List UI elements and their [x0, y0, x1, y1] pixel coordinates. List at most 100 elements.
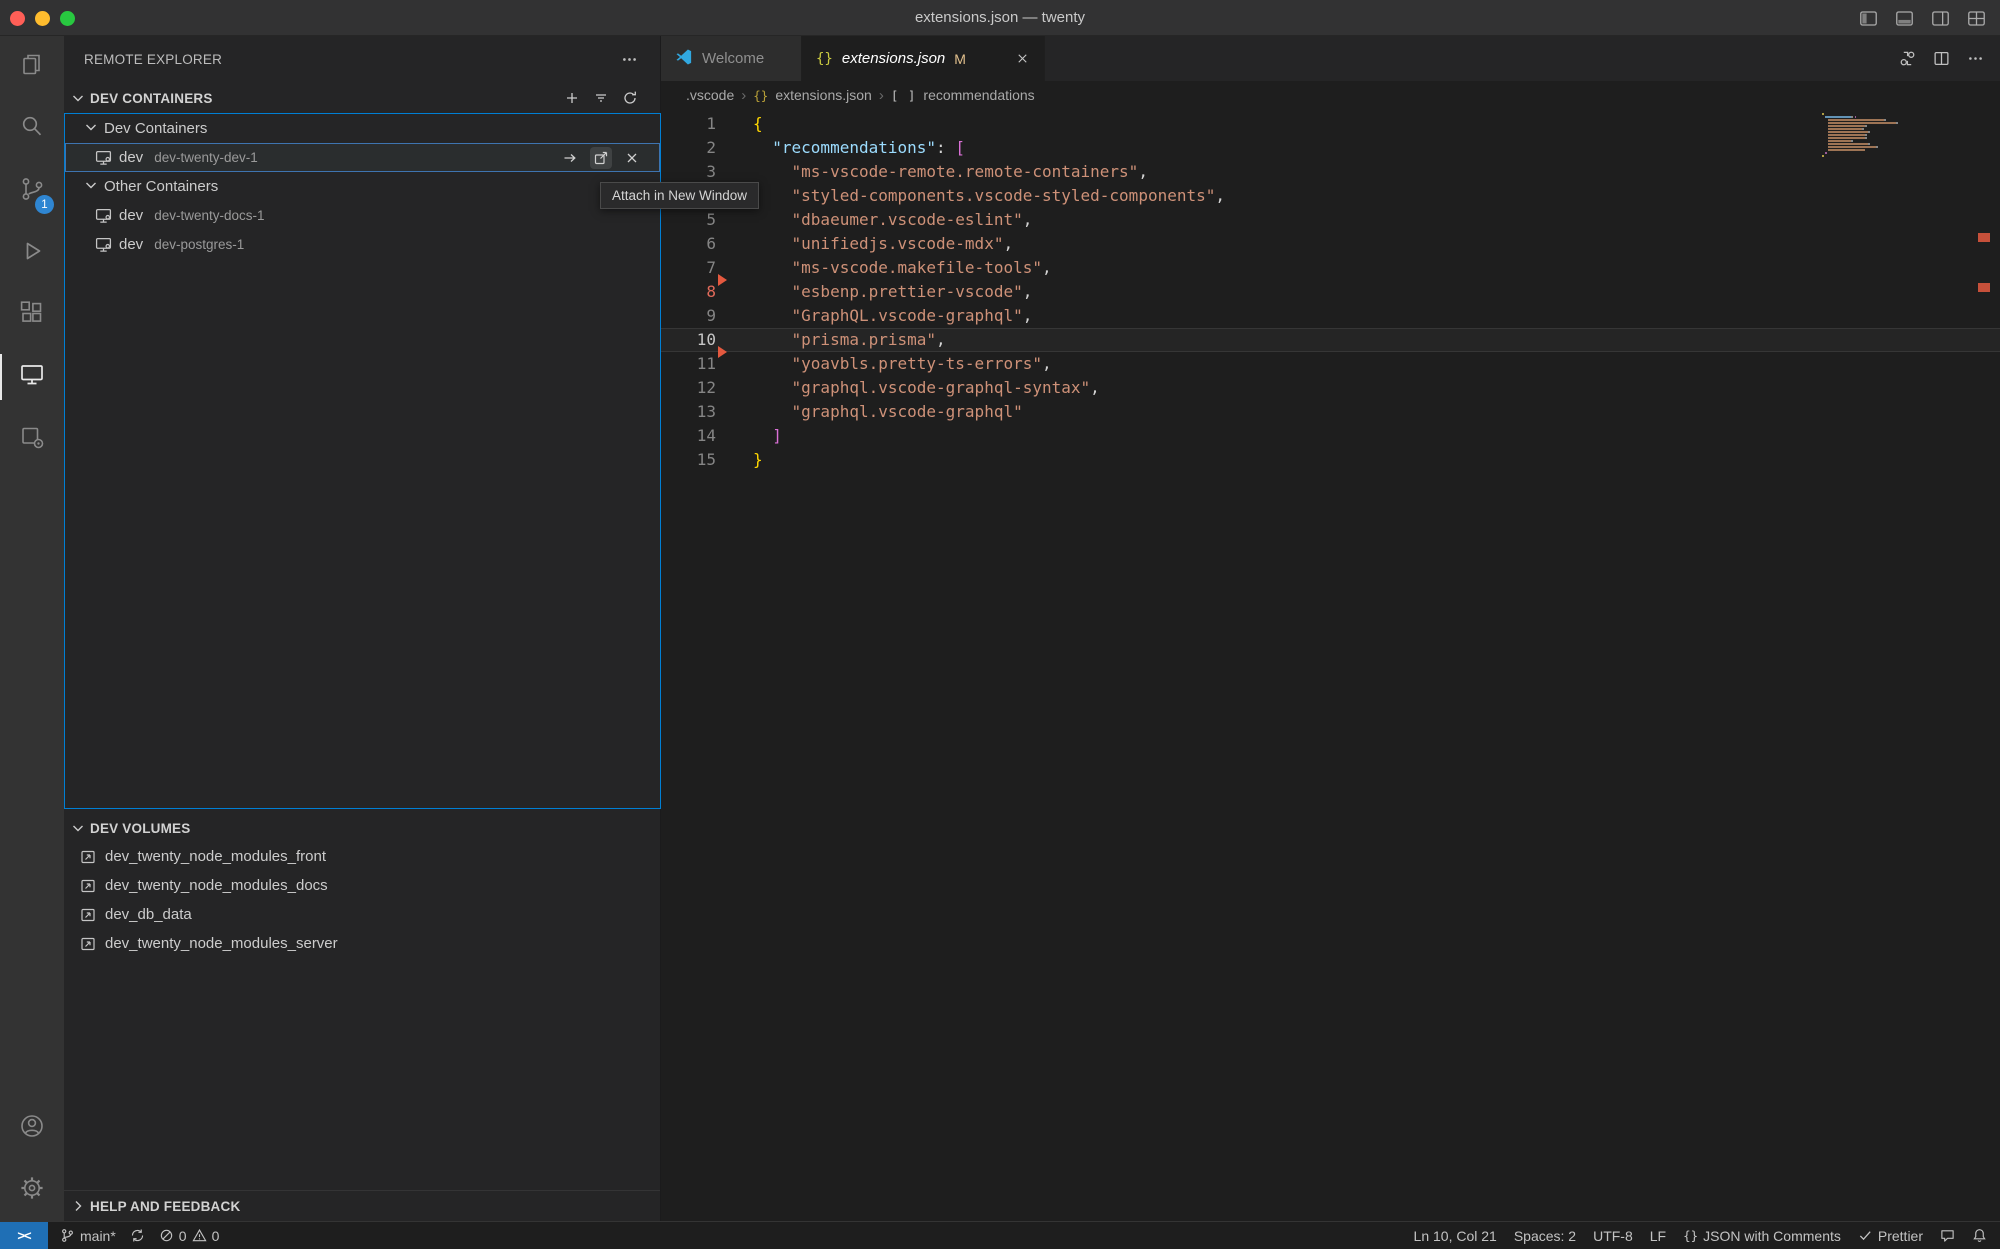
line-number[interactable]: 10: [661, 328, 716, 352]
status-formatter[interactable]: Prettier: [1858, 1228, 1923, 1244]
line-number[interactable]: 7: [661, 256, 716, 280]
container-description: dev-twenty-docs-1: [154, 208, 264, 223]
section-help-feedback[interactable]: HELP AND FEEDBACK: [64, 1190, 660, 1221]
line-number[interactable]: 15: [661, 448, 716, 472]
split-editor-icon[interactable]: [1933, 50, 1950, 67]
line-number[interactable]: 14: [661, 424, 716, 448]
container-group-row[interactable]: Dev Containers: [65, 114, 660, 143]
remote-indicator[interactable]: ><: [0, 1222, 48, 1249]
stop-container-icon[interactable]: [621, 147, 643, 169]
volume-item-row[interactable]: dev_twenty_node_modules_docs: [64, 871, 660, 900]
code-line[interactable]: 15}: [661, 448, 2000, 472]
activity-accounts[interactable]: [0, 1097, 64, 1159]
zoom-window-button[interactable]: [60, 11, 75, 26]
symbol-array-icon: [ ]: [891, 88, 917, 103]
add-icon[interactable]: [564, 90, 580, 106]
status-eol[interactable]: LF: [1650, 1228, 1666, 1244]
line-number[interactable]: 9: [661, 304, 716, 328]
attach-new-window-icon[interactable]: [590, 147, 612, 169]
activity-explorer[interactable]: [0, 36, 64, 98]
code-line[interactable]: 12 "graphql.vscode-graphql-syntax",: [661, 376, 2000, 400]
status-label: Prettier: [1878, 1228, 1923, 1244]
code-line[interactable]: 3 "ms-vscode-remote.remote-containers",: [661, 160, 2000, 184]
filter-icon[interactable]: [593, 90, 609, 106]
dev-container-icon: [95, 236, 112, 253]
section-dev-containers[interactable]: DEV CONTAINERS: [64, 83, 660, 113]
container-item-row[interactable]: devdev-twenty-dev-1: [65, 143, 660, 172]
status-right: Ln 10, Col 21 Spaces: 2 UTF-8 LF {}JSON with…: [1414, 1228, 2000, 1244]
volume-name: dev_twenty_node_modules_front: [105, 848, 326, 865]
code-line[interactable]: 10 "prisma.prisma",: [661, 328, 2000, 352]
tab-extensions-json[interactable]: {} extensions.json M: [802, 36, 1045, 81]
more-actions-icon[interactable]: [621, 51, 638, 68]
tab-label: extensions.json: [842, 50, 945, 67]
breadcrumb-item[interactable]: recommendations: [923, 87, 1034, 103]
toggle-primary-sidebar-icon[interactable]: [1859, 9, 1878, 28]
code-line[interactable]: 7 "ms-vscode.makefile-tools",: [661, 256, 2000, 280]
activity-run-debug[interactable]: [0, 222, 64, 284]
warnings-count: 0: [212, 1228, 220, 1244]
line-number[interactable]: 5: [661, 208, 716, 232]
close-tab-icon[interactable]: [1015, 51, 1030, 66]
problems-status[interactable]: 0 0: [159, 1228, 220, 1244]
status-cursor-position[interactable]: Ln 10, Col 21: [1414, 1228, 1497, 1244]
code-line[interactable]: 13 "graphql.vscode-graphql": [661, 400, 2000, 424]
breadcrumb-separator: ›: [741, 87, 746, 104]
line-number[interactable]: 1: [661, 112, 716, 136]
minimap[interactable]: [1822, 113, 1900, 158]
activity-extensions[interactable]: [0, 284, 64, 346]
files-icon: [18, 51, 46, 84]
code-line[interactable]: 8 "esbenp.prettier-vscode",: [661, 280, 2000, 304]
refresh-icon[interactable]: [622, 90, 638, 106]
code-line[interactable]: 4 "styled-components.vscode-styled-compo…: [661, 184, 2000, 208]
status-indentation[interactable]: Spaces: 2: [1514, 1228, 1576, 1244]
close-window-button[interactable]: [10, 11, 25, 26]
feedback-status[interactable]: [1940, 1228, 1955, 1243]
minimize-window-button[interactable]: [35, 11, 50, 26]
activity-source-control[interactable]: 1: [0, 160, 64, 222]
activity-settings[interactable]: [0, 1159, 64, 1221]
code-line[interactable]: 9 "GraphQL.vscode-graphql",: [661, 304, 2000, 328]
toggle-secondary-sidebar-icon[interactable]: [1931, 9, 1950, 28]
code-area[interactable]: 1{2 "recommendations": [3 "ms-vscode-rem…: [661, 109, 2000, 1221]
status-encoding[interactable]: UTF-8: [1593, 1228, 1633, 1244]
code-line[interactable]: 1{: [661, 112, 2000, 136]
dev-volumes-list: dev_twenty_node_modules_front dev_twenty_…: [64, 842, 660, 958]
volume-item-row[interactable]: dev_twenty_node_modules_server: [64, 929, 660, 958]
open-changes-icon[interactable]: [1899, 50, 1916, 67]
status-language-mode[interactable]: {}JSON with Comments: [1683, 1228, 1841, 1244]
line-number[interactable]: 3: [661, 160, 716, 184]
code-line[interactable]: 5 "dbaeumer.vscode-eslint",: [661, 208, 2000, 232]
code-line[interactable]: 6 "unifiedjs.vscode-mdx",: [661, 232, 2000, 256]
minimap-line: [1822, 146, 1900, 148]
code-line[interactable]: 2 "recommendations": [: [661, 136, 2000, 160]
sync-status[interactable]: [130, 1228, 145, 1243]
line-number[interactable]: 6: [661, 232, 716, 256]
git-branch-status[interactable]: main*: [60, 1228, 116, 1244]
line-number[interactable]: 13: [661, 400, 716, 424]
customize-layout-icon[interactable]: [1967, 9, 1986, 28]
container-group-row[interactable]: Other Containers: [65, 172, 660, 201]
code-line[interactable]: 14 ]: [661, 424, 2000, 448]
attach-container-icon[interactable]: [559, 147, 581, 169]
volume-item-row[interactable]: dev_twenty_node_modules_front: [64, 842, 660, 871]
activity-remote-explorer[interactable]: [0, 346, 64, 408]
container-item-row[interactable]: devdev-twenty-docs-1: [65, 201, 660, 230]
volume-item-row[interactable]: dev_db_data: [64, 900, 660, 929]
breadcrumb-item[interactable]: extensions.json: [775, 87, 872, 103]
code-text: "ms-vscode.makefile-tools",: [753, 256, 1052, 280]
line-number[interactable]: 11: [661, 352, 716, 376]
breadcrumb-item[interactable]: .vscode: [686, 87, 734, 103]
container-item-row[interactable]: devdev-postgres-1: [65, 230, 660, 259]
activity-search[interactable]: [0, 98, 64, 160]
line-number[interactable]: 12: [661, 376, 716, 400]
line-number[interactable]: 2: [661, 136, 716, 160]
more-actions-icon[interactable]: [1967, 50, 1984, 67]
line-number[interactable]: 8: [661, 280, 716, 304]
activity-dev-containers[interactable]: [0, 408, 64, 470]
notifications-status[interactable]: [1972, 1228, 1987, 1243]
tab-welcome[interactable]: Welcome: [661, 36, 802, 81]
toggle-panel-icon[interactable]: [1895, 9, 1914, 28]
section-dev-volumes[interactable]: DEV VOLUMES: [64, 813, 660, 843]
code-line[interactable]: 11 "yoavbls.pretty-ts-errors",: [661, 352, 2000, 376]
